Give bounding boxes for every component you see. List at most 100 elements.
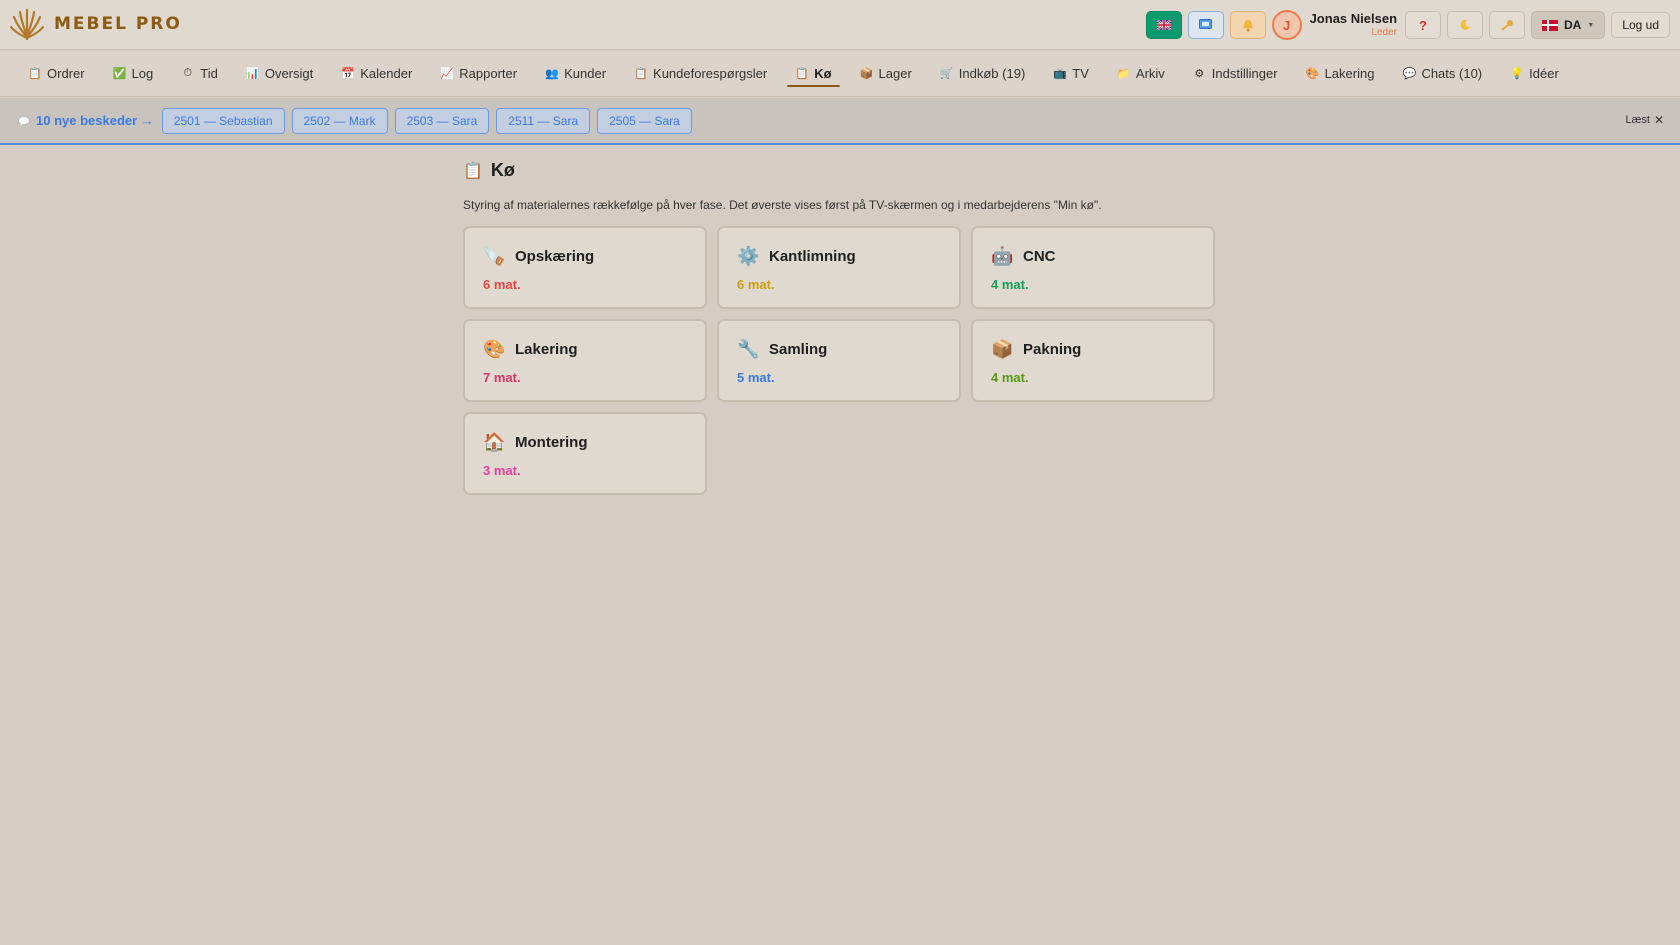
nav-label: TV [1072,66,1089,81]
phase-count: 4 mat. [991,277,1029,292]
nav-item-kunder[interactable]: 👥 Kunder [535,59,616,89]
wrench-icon: 🔧 [737,339,760,359]
page-description: Styring af materialernes rækkefølge på h… [463,198,1102,212]
nav-item-koe[interactable]: 📋 Kø [785,59,841,89]
phase-card-lakering[interactable]: 🎨 Lakering 7 mat. [463,319,707,402]
brand-logo[interactable]: MEBEL PRO [10,7,182,41]
phase-card-montering[interactable]: 🏠 Montering 3 mat. [463,412,707,495]
nav-item-ordrer[interactable]: 📋 Ordrer [18,59,95,89]
leaf-logo-icon [10,8,44,41]
package-icon: 📦 [859,68,874,80]
nav-item-lager[interactable]: 📦 Lager [850,59,922,89]
nav-label: Arkiv [1135,66,1165,81]
stopwatch-icon: ⏱ [183,67,193,79]
nav-item-log[interactable]: ✅ Log [103,59,164,89]
speech-bubble-icon: 💬 [1402,68,1417,80]
phase-card-pakning[interactable]: 📦 Pakning 4 mat. [971,319,1215,402]
nav-item-tid[interactable]: ⏱ Tid [171,59,228,89]
robot-icon: 🤖 [991,246,1014,266]
message-chip[interactable]: 2503 — Sara [394,107,490,134]
message-chip[interactable]: 2511 — Sara [496,107,591,134]
message-chip[interactable]: 2505 — Sara [597,107,692,134]
nav-label: Indkøb (19) [958,66,1026,81]
bell-icon [1242,19,1253,31]
nav-label: Tid [200,66,218,81]
top-header: MEBEL PRO J Jonas Nielsen Leder ? DA ▼ L… [0,0,1680,50]
user-info[interactable]: Jonas Nielsen Leder [1310,12,1397,38]
phase-name: Kantlimning [769,248,856,265]
phase-name: CNC [1023,248,1056,265]
page-title: 📋 Kø [463,160,1223,181]
message-chip[interactable]: 2501 — Sebastian [161,107,285,134]
new-messages-link[interactable]: 10 nye beskeder → [18,113,154,128]
nav-label: Log [131,66,154,81]
phase-card-cnc[interactable]: 🤖 CNC 4 mat. [971,226,1215,309]
nav-label: Kundeforespørgsler [653,66,768,81]
nav-item-indkoeb[interactable]: 🛒 Indkøb (19) [930,59,1035,89]
close-icon: ✕ [1653,113,1664,127]
house-icon: 🏠 [483,432,506,452]
phase-card-samling[interactable]: 🔧 Samling 5 mat. [717,319,961,402]
nav-item-kundeforespoergsler[interactable]: 📋 Kundeforespørgsler [624,59,777,89]
logout-button[interactable]: Log ud [1611,12,1670,38]
help-button[interactable]: ? [1405,11,1442,39]
phase-count: 3 mat. [483,463,521,478]
nav-label: Indstillinger [1211,66,1278,81]
header-actions: J Jonas Nielsen Leder ? DA ▼ Log ud [1145,10,1670,40]
queue-page: 📋 Kø Styring af materialernes rækkefølge… [463,160,1223,495]
nav-label: Kø [814,66,832,81]
nav-item-arkiv[interactable]: 📁 Arkiv [1107,59,1175,89]
nav-item-oversigt[interactable]: 📊 Oversigt [236,59,323,89]
nav-item-kalender[interactable]: 📅 Kalender [331,59,422,89]
mark-read-label: Læst [1625,114,1650,126]
danish-flag-icon [1542,19,1559,31]
saw-icon: 🪚 [483,246,506,266]
checkbox-icon: ✅ [112,68,127,80]
nav-label: Kalender [360,66,413,81]
uk-flag-button[interactable] [1145,11,1182,39]
nav-label: Ordrer [47,66,85,81]
mark-read-button[interactable]: Læst ✕ [1625,113,1664,127]
phase-count: 6 mat. [483,277,521,292]
screen-button[interactable] [1187,11,1224,39]
nav-label: Oversigt [264,66,314,81]
phase-count: 5 mat. [737,370,775,385]
question-icon: ? [1419,17,1427,33]
nav-item-ideer[interactable]: 💡 Idéer [1500,59,1569,89]
notifications-button[interactable] [1229,11,1266,39]
palette-icon: 🎨 [1305,68,1320,80]
user-role: Leder [1371,27,1398,38]
phase-card-opskaering[interactable]: 🪚 Opskæring 6 mat. [463,226,707,309]
clipboard-icon: 📋 [463,162,483,180]
clipboard-icon: 📋 [28,68,42,80]
phase-name: Pakning [1023,341,1082,358]
language-selector[interactable]: DA ▼ [1531,11,1606,39]
phase-count: 7 mat. [483,370,521,385]
nav-item-lakering[interactable]: 🎨 Lakering [1296,59,1385,89]
nav-item-rapporter[interactable]: 📈 Rapporter [430,59,527,89]
nav-item-tv[interactable]: 📺 TV [1043,59,1099,89]
nav-item-chats[interactable]: 💬 Chats (10) [1392,59,1492,89]
message-chip[interactable]: 2502 — Mark [291,107,388,134]
folder-icon: 📁 [1116,68,1131,80]
phase-grid: 🪚 Opskæring 6 mat. ⚙️ Kantlimning 6 mat. 🤖… [463,226,1223,495]
user-avatar[interactable]: J [1271,10,1302,40]
brand-name: MEBEL PRO [54,14,182,34]
clipboard-icon: 📋 [634,68,648,80]
password-button[interactable] [1489,11,1526,39]
new-messages-bar: 10 nye beskeder → 2501 — Sebastian 2502 … [0,98,1680,145]
phase-name: Montering [515,434,588,451]
users-icon: 👥 [545,68,559,80]
tv-icon: 📺 [1053,68,1067,80]
key-icon [1500,20,1513,31]
clipboard-icon: 📋 [795,68,809,80]
phase-name: Opskæring [515,248,595,265]
nav-item-indstillinger[interactable]: ⚙ Indstillinger [1183,59,1288,89]
package-icon: 📦 [991,339,1014,359]
main-nav: 📋 Ordrer ✅ Log ⏱ Tid 📊 Oversigt 📅 Kalender 📈 R… [0,51,1680,97]
gear-icon: ⚙️ [737,246,760,266]
speech-bubble-icon [18,115,30,125]
theme-toggle-button[interactable] [1447,11,1484,39]
phase-card-kantlimning[interactable]: ⚙️ Kantlimning 6 mat. [717,226,961,309]
palette-icon: 🎨 [483,339,506,359]
